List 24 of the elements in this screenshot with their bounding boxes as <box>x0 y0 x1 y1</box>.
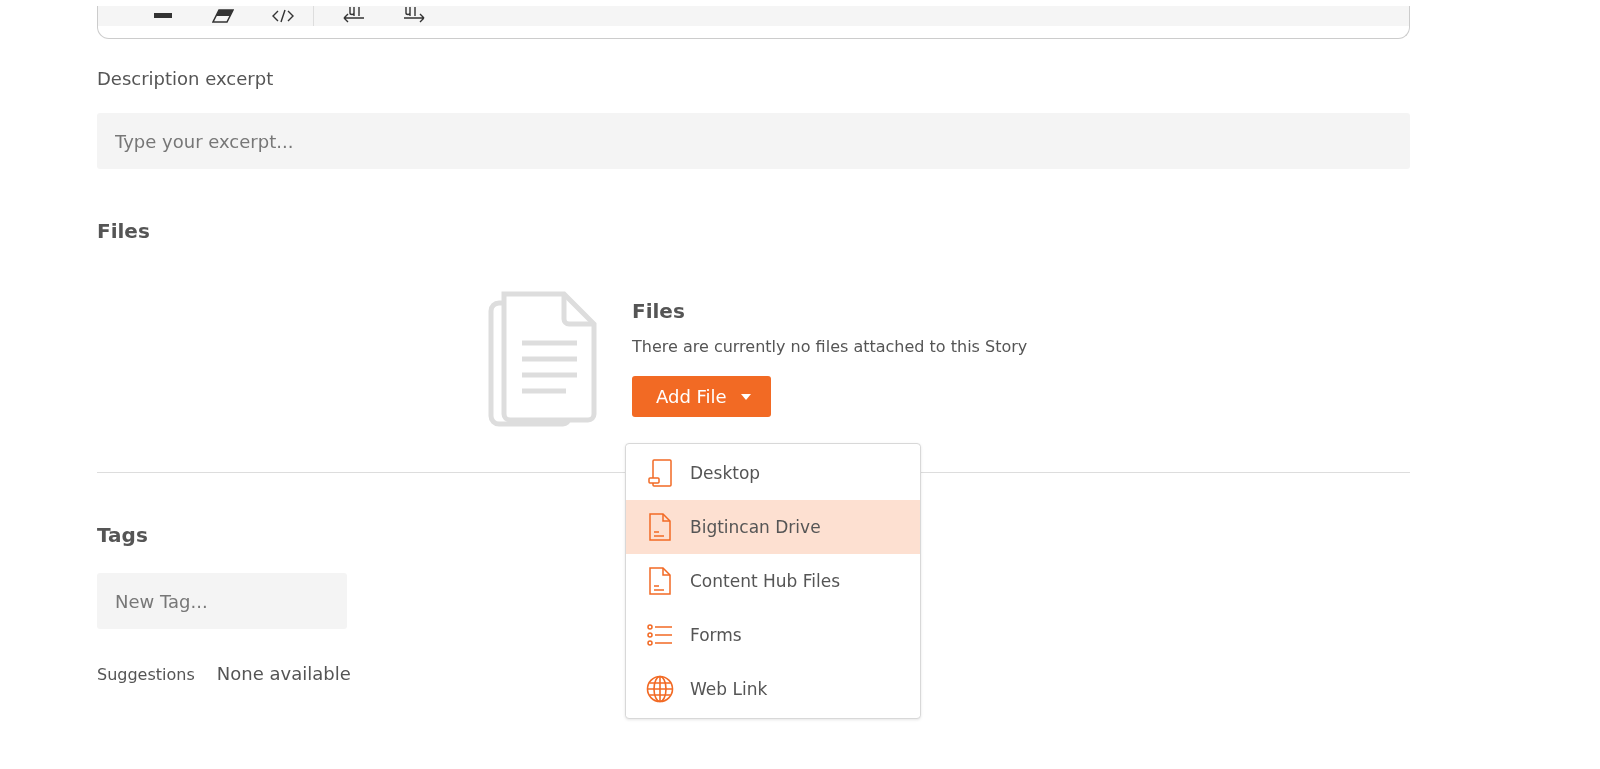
field-label: Description excerpt <box>97 68 274 89</box>
excerpt-input[interactable]: Type your excerpt... <box>97 113 1410 169</box>
device-icon <box>648 459 672 487</box>
list-icon <box>647 624 673 646</box>
suggestions-value: None available <box>216 663 351 684</box>
code-icon <box>272 9 294 23</box>
section-heading: Files <box>97 219 150 243</box>
eraser-icon <box>212 9 234 23</box>
globe-icon <box>646 675 674 703</box>
menu-item[interactable]: Web Link <box>626 662 920 716</box>
document-icon <box>649 513 671 541</box>
caret-icon <box>740 393 751 400</box>
section-heading: Tags <box>97 523 148 547</box>
dash-icon <box>154 13 172 19</box>
empty-message: There are currently no files attached to this Story <box>632 337 1028 356</box>
suggestions-label: Suggestions <box>97 665 195 684</box>
tag-input[interactable]: New Tag... <box>97 573 347 629</box>
menu-item[interactable]: Bigtincan Drive <box>626 500 920 554</box>
empty-title: Files <box>632 299 685 323</box>
menu-item[interactable]: Content Hub Files <box>626 554 920 608</box>
menu-item[interactable]: Desktop <box>626 446 920 500</box>
document-icon <box>488 291 598 427</box>
document-icon <box>649 567 671 595</box>
menu-item[interactable]: Forms <box>626 608 920 662</box>
